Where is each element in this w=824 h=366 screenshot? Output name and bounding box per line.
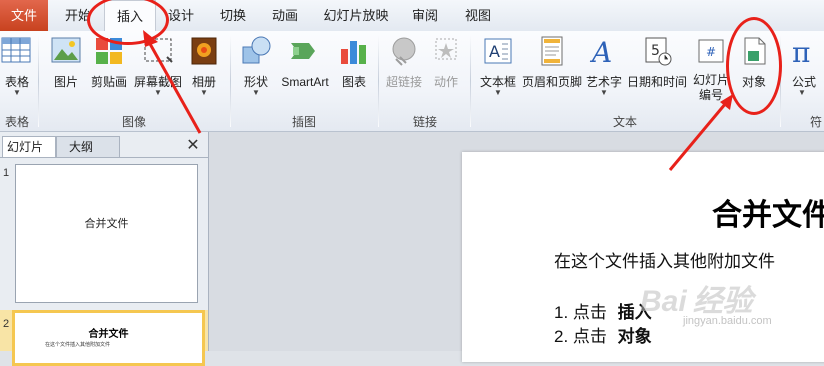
annotation-arrow-object bbox=[668, 102, 728, 171]
annotation-arrows bbox=[143, 30, 733, 171]
annotation-arrow-insert bbox=[147, 41, 202, 134]
